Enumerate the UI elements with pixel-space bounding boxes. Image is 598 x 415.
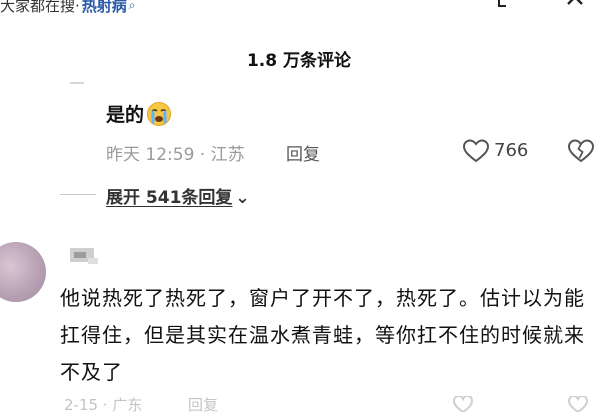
avatar[interactable] bbox=[0, 242, 46, 302]
crying-face-icon bbox=[147, 101, 172, 126]
comment-count-title: 1.8 万条评论 bbox=[246, 51, 352, 71]
expand-replies-button[interactable]: 展开 541条回复 ⌄ bbox=[106, 183, 250, 208]
search-hint-label: 大家都在搜· bbox=[0, 0, 80, 15]
expand-icon[interactable] bbox=[496, 0, 516, 10]
hot-topic-link[interactable]: 热射病 bbox=[82, 0, 127, 16]
like-count: 766 bbox=[494, 140, 529, 161]
username-blurred[interactable] bbox=[68, 242, 100, 270]
like-heart-icon[interactable] bbox=[452, 396, 474, 412]
comment-time-location: 2-15 · 广东 bbox=[64, 396, 143, 414]
search-icon: ⌕ bbox=[128, 0, 136, 12]
search-suggestion-bar[interactable]: 大家都在搜· 热射病 ⌕ bbox=[0, 0, 136, 16]
reply-text: 是的 bbox=[106, 104, 145, 126]
expand-replies-label: 展开 541条回复 bbox=[106, 188, 233, 208]
reply-button[interactable]: 回复 bbox=[286, 140, 320, 165]
close-icon[interactable] bbox=[562, 0, 592, 14]
chevron-down-icon: ⌄ bbox=[235, 188, 250, 208]
comment-reply-button[interactable]: 回复 bbox=[188, 394, 218, 415]
reply-content: 是的 bbox=[106, 100, 172, 127]
divider-mark bbox=[70, 82, 84, 84]
reply-time-location: 昨天 12:59 · 江苏 bbox=[106, 145, 245, 165]
dislike-heart-icon[interactable] bbox=[567, 138, 595, 164]
comment-text: 他说热死了热死了，窗户了开不了，热死了。估计以为能扛得住，但是其实在温水煮青蛙，… bbox=[60, 286, 585, 384]
dislike-heart-icon[interactable] bbox=[566, 396, 590, 412]
expand-divider bbox=[60, 194, 96, 195]
like-heart-icon[interactable] bbox=[462, 138, 490, 164]
